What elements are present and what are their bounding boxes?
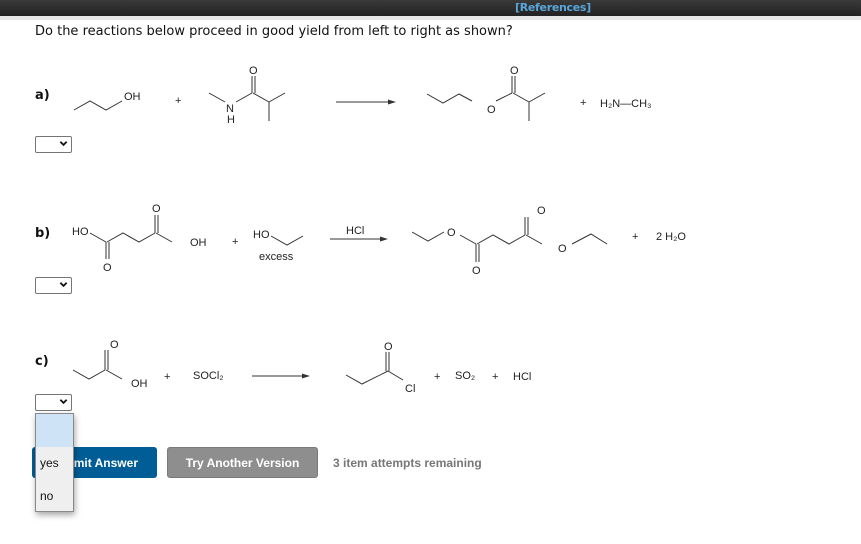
atom-label: O	[384, 341, 393, 353]
dropdown-option-blank[interactable]	[36, 414, 73, 447]
reaction-b-reactant1: HO O O OH	[72, 203, 207, 274]
chevron-down-icon	[59, 141, 68, 147]
submit-answer-label: mit Answer	[73, 455, 138, 470]
reaction-c-arrow	[252, 373, 310, 379]
atom-label: HO	[72, 226, 89, 238]
atom-label: O	[558, 243, 567, 255]
plus-sign: +	[434, 371, 440, 383]
answer-select-a[interactable]	[35, 136, 72, 153]
atom-label: O	[537, 205, 546, 217]
reaction-b-reactant2: HO excess	[253, 229, 304, 263]
atom-label: H	[227, 114, 235, 126]
reaction-a-product: O O	[426, 65, 546, 121]
reaction-a-reactant1: OH	[73, 91, 141, 111]
answer-select-c-dropdown: yes no	[35, 413, 74, 512]
dropdown-option-yes[interactable]: yes	[36, 456, 73, 470]
atom-label: O	[472, 265, 481, 277]
reaction-b-product: O O O O	[411, 205, 608, 277]
excess-note: excess	[259, 251, 294, 263]
atom-label: HO	[253, 229, 270, 241]
reaction-c-product: O Cl	[345, 341, 415, 395]
atom-label: O	[487, 104, 496, 116]
atom-label: O	[103, 262, 112, 274]
atom-label: OH	[190, 237, 207, 249]
reaction-c-reactant1: O OH	[72, 339, 148, 390]
atom-label: O	[510, 65, 519, 77]
atom-label: O	[249, 65, 258, 77]
byproduct-sulfur-dioxide: SO₂	[455, 370, 475, 382]
atom-label: O	[152, 203, 161, 215]
answer-select-c[interactable]	[35, 394, 72, 411]
plus-sign: +	[492, 371, 498, 383]
atom-label: O	[110, 339, 119, 351]
plus-sign: +	[632, 231, 638, 243]
atom-label: O	[447, 227, 456, 239]
chevron-down-icon	[59, 399, 68, 405]
reagent-thionyl-chloride: SOCl₂	[193, 370, 224, 382]
atom-label: Cl	[405, 383, 415, 395]
byproduct-methylamine: H₂N—CH₃	[600, 98, 652, 110]
chevron-down-icon	[59, 282, 68, 288]
plus-sign: +	[175, 95, 181, 107]
answer-select-b[interactable]	[35, 277, 72, 294]
byproduct-hcl: HCl	[513, 371, 531, 383]
dropdown-option-no[interactable]: no	[36, 489, 73, 503]
reaction-a-arrow	[336, 99, 396, 105]
try-another-version-button[interactable]: Try Another Version	[167, 447, 318, 478]
atom-label: OH	[124, 91, 141, 103]
reaction-b-arrow: HCl	[330, 225, 388, 242]
byproduct-water: 2 H₂O	[656, 231, 686, 243]
plus-sign: +	[232, 236, 238, 248]
try-another-version-label: Try Another Version	[185, 455, 300, 470]
atom-label: OH	[131, 378, 148, 390]
attempts-remaining: 3 item attempts remaining	[333, 456, 482, 470]
plus-sign: +	[580, 97, 586, 109]
plus-sign: +	[164, 371, 170, 383]
conditions-label: HCl	[346, 225, 364, 237]
reaction-a-reactant2: O N H	[208, 65, 286, 126]
